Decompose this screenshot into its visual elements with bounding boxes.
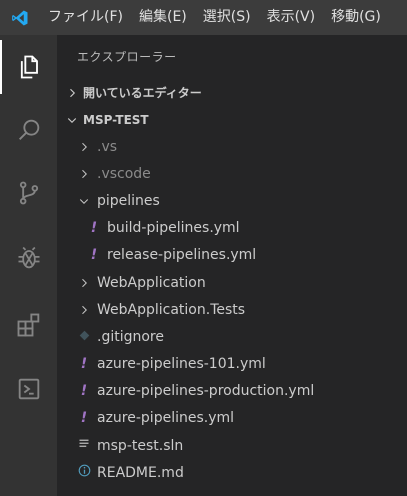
- vscode-logo-icon: [0, 0, 40, 35]
- explorer-title: エクスプローラー: [77, 50, 177, 64]
- search-activity-button[interactable]: [0, 103, 57, 157]
- tree-item-label: README.md: [97, 464, 184, 481]
- yaml-file-icon: !: [80, 356, 88, 373]
- chevron-right-icon: [57, 87, 83, 99]
- tree-item-label: release-pipelines.yml: [107, 247, 257, 264]
- menu-selection[interactable]: 選択(S): [195, 0, 259, 35]
- menu-view[interactable]: 表示(V): [259, 0, 324, 35]
- activity-bar: [0, 35, 57, 496]
- tree-item-label: .vs: [97, 138, 118, 155]
- menu-go[interactable]: 移動(G): [323, 0, 389, 35]
- source-control-icon: [19, 181, 38, 205]
- menu-edit[interactable]: 編集(E): [131, 0, 195, 35]
- source-control-activity-button[interactable]: [0, 166, 57, 220]
- tree-file[interactable]: msp-test.sln: [57, 432, 407, 459]
- search-icon: [18, 119, 39, 140]
- tree-folder[interactable]: WebApplication.Tests: [57, 296, 407, 323]
- yaml-file-icon: !: [80, 383, 88, 400]
- chevron-right-icon: [77, 304, 91, 316]
- file-tree: .vs .vscode pipelines! build-pipelines.yml!…: [57, 133, 407, 486]
- workspace-header[interactable]: MSP-TEST: [57, 106, 407, 133]
- tree-item-label: .gitignore: [97, 328, 164, 345]
- tree-item-label: WebApplication: [97, 274, 206, 291]
- chevron-right-icon: [77, 141, 91, 153]
- tree-folder[interactable]: WebApplication: [57, 269, 407, 296]
- workspace-label: MSP-TEST: [83, 112, 149, 127]
- tree-file[interactable]: ! release-pipelines.yml: [57, 242, 407, 269]
- chevron-down-icon: [77, 195, 91, 207]
- menu-bar: ファイル(F) 編集(E) 選択(S) 表示(V) 移動(G): [0, 0, 407, 35]
- open-editors-header[interactable]: 開いているエディター: [57, 79, 407, 106]
- tree-folder[interactable]: pipelines: [57, 187, 407, 214]
- tree-folder[interactable]: .vscode: [57, 160, 407, 187]
- tree-item-label: azure-pipelines.yml: [97, 410, 235, 427]
- tree-file[interactable]: README.md: [57, 459, 407, 486]
- tree-item-label: WebApplication.Tests: [97, 301, 246, 318]
- info-icon: [77, 464, 91, 481]
- extensions-activity-button[interactable]: [0, 298, 57, 352]
- open-editors-label: 開いているエディター: [83, 86, 202, 100]
- chevron-right-icon: [77, 168, 91, 180]
- tree-item-label: azure-pipelines-production.yml: [97, 383, 315, 400]
- chevron-right-icon: [77, 277, 91, 289]
- chevron-down-icon: [57, 114, 83, 126]
- tree-file[interactable]: ! build-pipelines.yml: [57, 215, 407, 242]
- git-file-icon: [77, 329, 91, 345]
- tree-file[interactable]: .gitignore: [57, 323, 407, 350]
- yaml-file-icon: !: [90, 247, 98, 264]
- tree-folder[interactable]: .vs: [57, 133, 407, 160]
- explorer-sidebar: エクスプローラー 開いているエディター MSP-TEST .vs .vscode p…: [57, 35, 407, 496]
- extensions-icon: [17, 313, 39, 337]
- tree-item-label: msp-test.sln: [97, 437, 184, 454]
- terminal-activity-button[interactable]: [0, 362, 57, 416]
- explorer-activity-button[interactable]: [0, 40, 57, 94]
- menu-file[interactable]: ファイル(F): [40, 0, 131, 35]
- debug-icon: [18, 246, 39, 269]
- tree-file[interactable]: ! azure-pipelines-production.yml: [57, 378, 407, 405]
- debug-activity-button[interactable]: [0, 231, 57, 285]
- yaml-file-icon: !: [80, 410, 88, 427]
- tree-item-label: .vscode: [97, 165, 151, 182]
- files-icon: [20, 55, 38, 79]
- sln-file-icon: [77, 438, 91, 454]
- terminal-icon: [18, 378, 39, 400]
- yaml-file-icon: !: [90, 220, 98, 237]
- tree-item-label: pipelines: [97, 192, 160, 209]
- tree-file[interactable]: ! azure-pipelines.yml: [57, 405, 407, 432]
- tree-item-label: azure-pipelines-101.yml: [97, 356, 266, 373]
- tree-file[interactable]: ! azure-pipelines-101.yml: [57, 351, 407, 378]
- tree-item-label: build-pipelines.yml: [107, 220, 240, 237]
